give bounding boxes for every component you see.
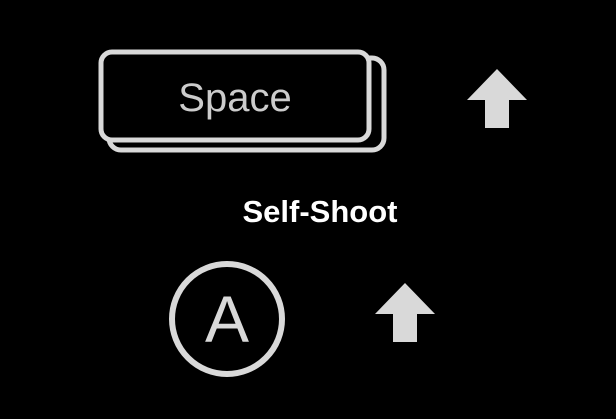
- spacebar-key-label: Space: [178, 76, 292, 120]
- arrow-up-icon: [466, 67, 528, 129]
- gamepad-a-button-icon: A: [168, 260, 286, 378]
- spacebar-key-icon: Space: [97, 48, 392, 158]
- arrow-up-icon: [374, 281, 436, 343]
- action-label: Self-Shoot: [242, 194, 398, 229]
- gamepad-a-button-label: A: [204, 282, 250, 356]
